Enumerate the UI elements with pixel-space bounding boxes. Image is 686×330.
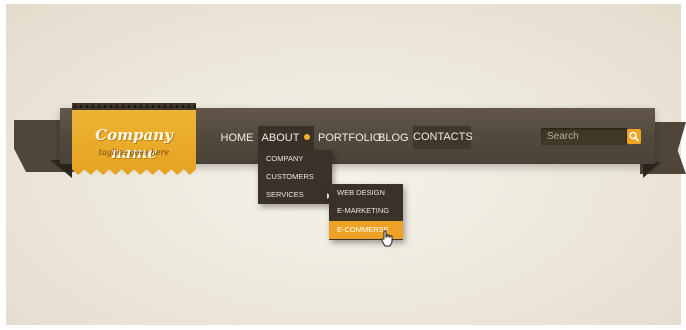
search-button[interactable]: [627, 129, 641, 144]
dropdown-item-company[interactable]: COMPANY: [258, 150, 332, 168]
search-input[interactable]: [541, 128, 627, 145]
nav-item-about[interactable]: ABOUT: [258, 126, 314, 150]
submenu-item-e-marketing[interactable]: E-MARKETING: [329, 202, 403, 220]
nav-item-label: PORTFOLIO: [318, 132, 382, 144]
about-dropdown: COMPANY CUSTOMERS SERVICES: [258, 150, 332, 204]
nav-item-label: HOME: [220, 132, 254, 144]
nav-item-home[interactable]: HOME: [220, 128, 254, 148]
nav-item-label: BLOG: [378, 132, 409, 144]
dropdown-item-services[interactable]: SERVICES: [258, 186, 332, 204]
active-dot-icon: [304, 134, 311, 140]
nav-item-blog[interactable]: BLOG: [378, 128, 409, 148]
nav-item-label: CONTACTS: [413, 131, 473, 143]
submenu-item-web-design[interactable]: WEB DESIGN: [329, 184, 403, 202]
nav-item-label: ABOUT: [261, 132, 300, 144]
nav-item-contacts[interactable]: CONTACTS: [413, 126, 473, 149]
nav-item-portfolio[interactable]: PORTFOLIO: [318, 128, 381, 148]
logo-tagline: tagline goes here: [98, 148, 170, 157]
dropdown-item-label: SERVICES: [266, 190, 304, 199]
pointer-cursor-icon: [381, 230, 393, 247]
dropdown-item-customers[interactable]: CUSTOMERS: [258, 168, 332, 186]
search-icon: [629, 131, 639, 142]
logo-stitches: [72, 103, 196, 110]
